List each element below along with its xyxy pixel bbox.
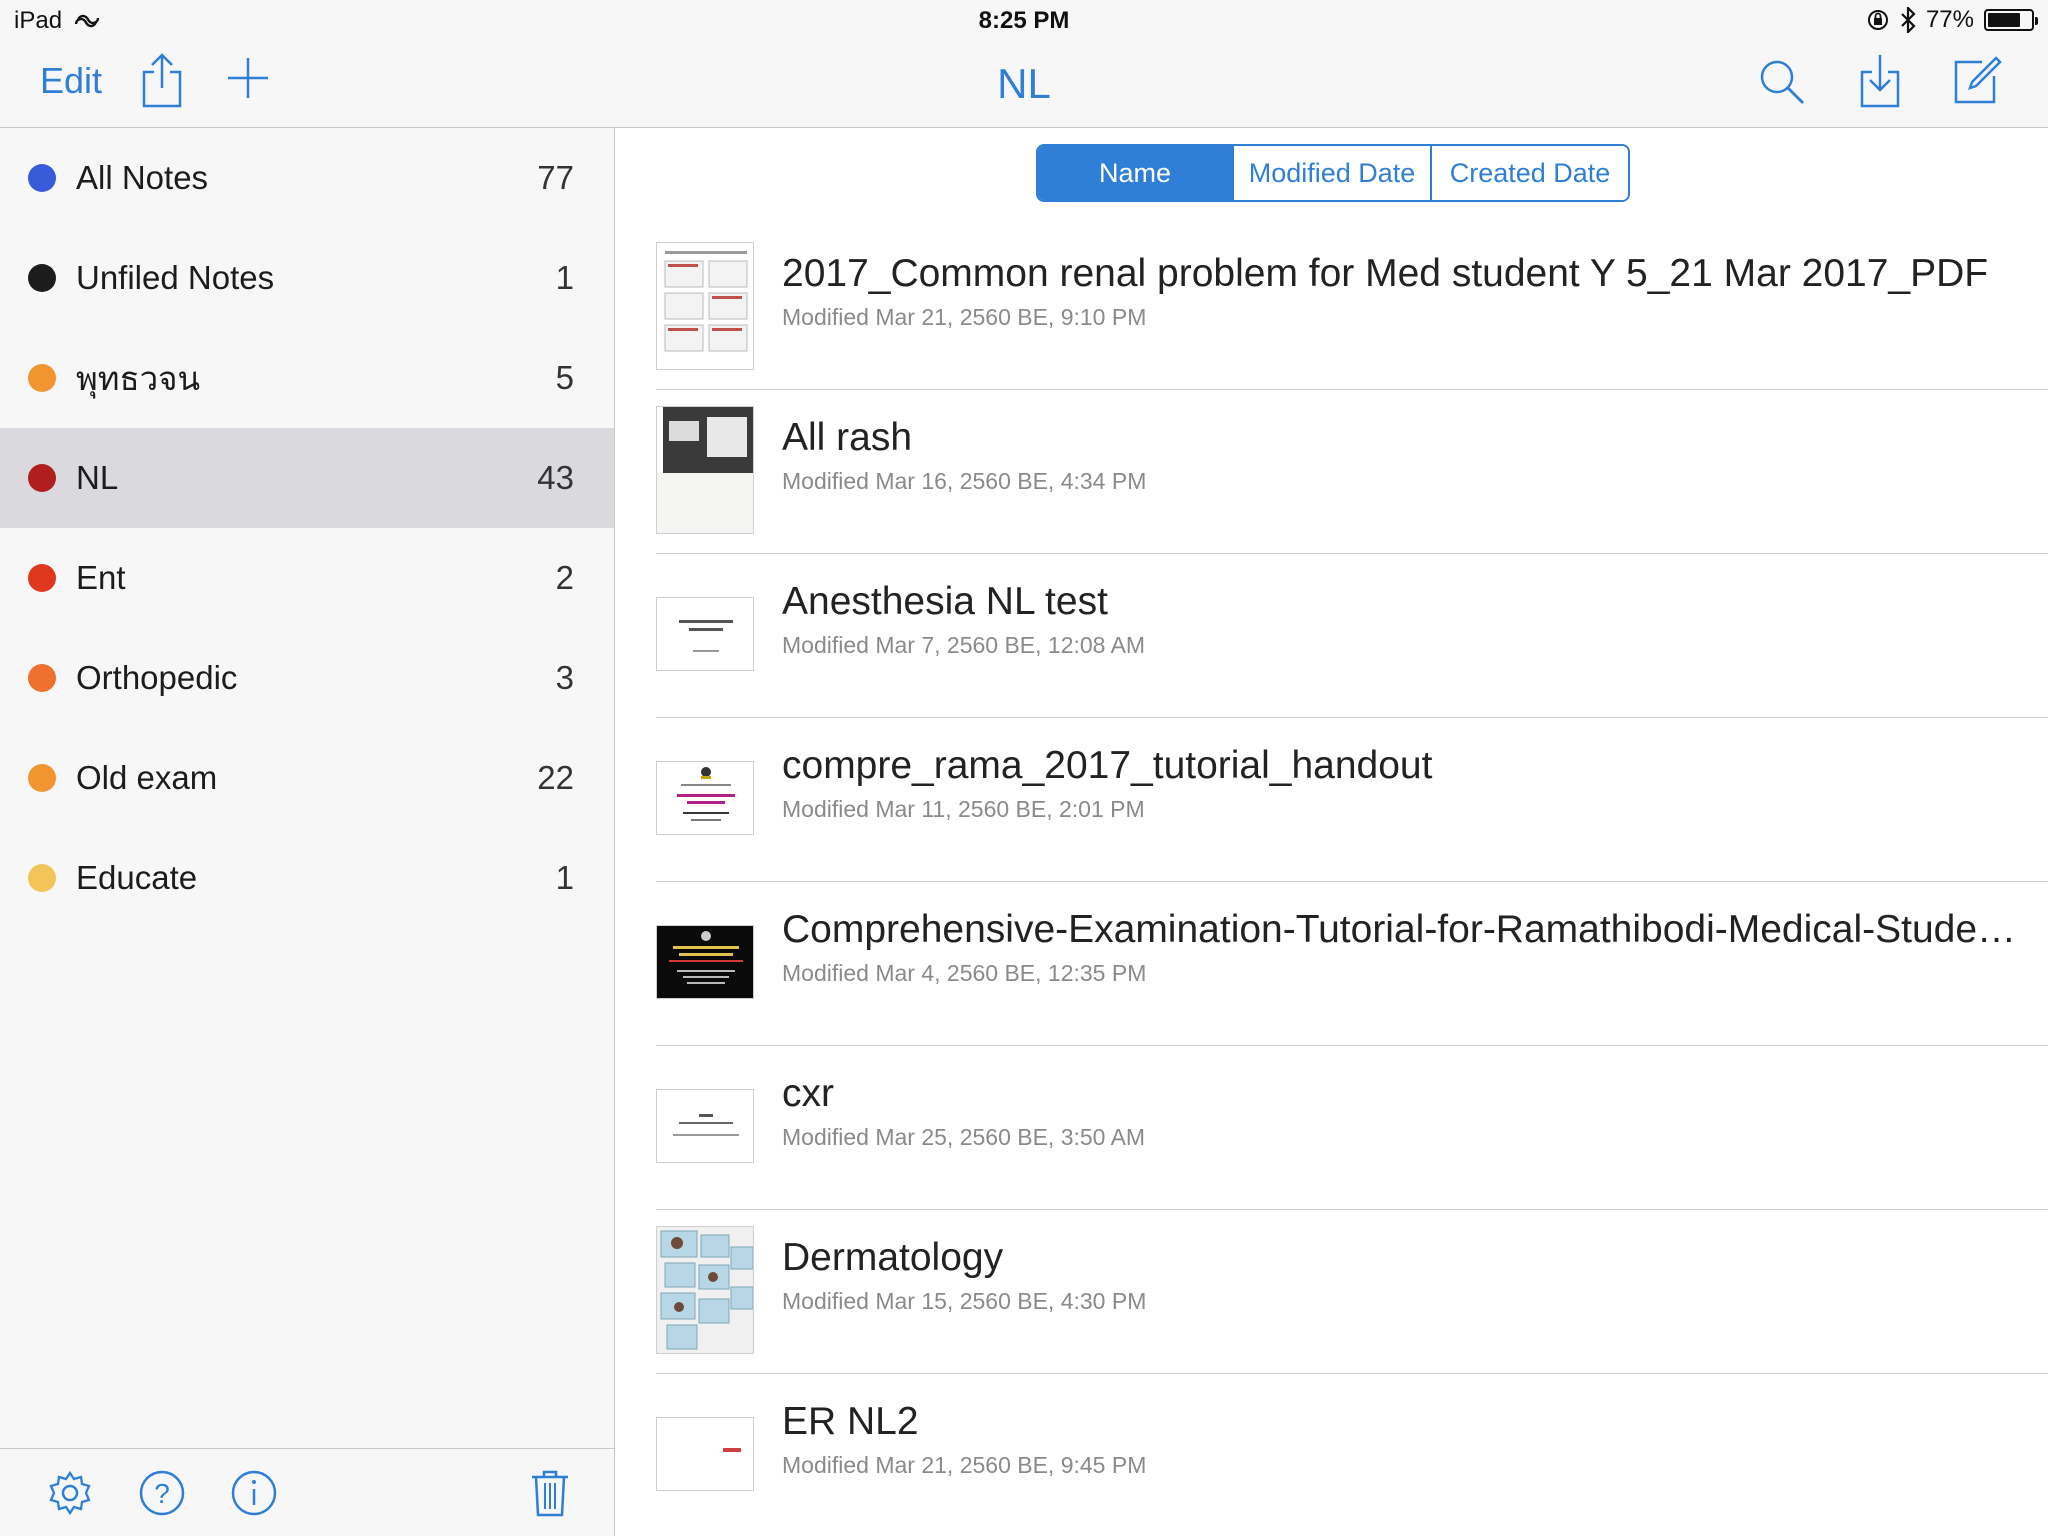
folder-item[interactable]: Educate 1	[0, 828, 614, 928]
battery-percent: 77%	[1925, 6, 1974, 33]
sort-by-modified-date-button[interactable]: Modified Date	[1234, 146, 1432, 200]
navigation-bar: Edit NL	[0, 40, 2048, 128]
folder-color-dot	[28, 464, 56, 492]
note-thumbnail	[656, 925, 754, 999]
info-icon	[231, 1470, 277, 1516]
sort-segmented-control: Name Modified Date Created Date	[1036, 144, 1630, 202]
info-button[interactable]	[230, 1469, 278, 1522]
note-title: Dermatology	[782, 1236, 1004, 1279]
status-bar: iPad 8:25 PM 77%	[0, 0, 2048, 40]
note-thumbnail	[656, 597, 754, 671]
folder-color-dot	[28, 664, 56, 692]
folder-name: Unfiled Notes	[76, 259, 275, 296]
folder-name: NL	[76, 459, 119, 496]
note-thumbnail	[656, 1089, 754, 1163]
folder-sidebar: All Notes 77 Unfiled Notes 1 พุทธวจน 5 NL 43 Ent…	[0, 128, 615, 1536]
folder-color-dot	[28, 564, 56, 592]
note-row[interactable]: ER NL2 Modified Mar 21, 2560 BE, 9:45 PM	[656, 1374, 2048, 1536]
folder-count: 3	[555, 659, 574, 696]
search-button[interactable]	[1758, 58, 1806, 111]
folder-color-dot	[28, 364, 56, 392]
trash-button[interactable]	[530, 1469, 570, 1522]
folder-name: All Notes	[76, 159, 209, 196]
folder-item[interactable]: All Notes 77	[0, 128, 614, 228]
rotation-lock-icon	[1867, 10, 1888, 30]
folder-count: 77	[537, 159, 574, 196]
folder-item[interactable]: Old exam 22	[0, 728, 614, 828]
folder-count: 1	[555, 259, 574, 296]
svg-text:?: ?	[154, 1478, 170, 1509]
note-modified-date: Modified Mar 7, 2560 BE, 12:08 AM	[782, 632, 1146, 658]
note-modified-date: Modified Mar 21, 2560 BE, 9:10 PM	[782, 304, 1147, 330]
folder-count: 43	[537, 459, 574, 496]
folder-color-dot	[28, 264, 56, 292]
folder-item[interactable]: Unfiled Notes 1	[0, 228, 614, 328]
note-title: All rash	[782, 416, 913, 459]
page-title: NL	[997, 60, 1051, 107]
sort-by-name-button[interactable]: Name	[1038, 146, 1234, 200]
compose-icon	[1954, 56, 2002, 104]
note-title: cxr	[782, 1072, 834, 1115]
import-icon	[1860, 55, 1900, 108]
folder-item[interactable]: พุทธวจน 5	[0, 328, 614, 428]
folder-item[interactable]: NL 43	[0, 428, 614, 528]
note-thumbnail	[656, 1417, 754, 1491]
note-modified-date: Modified Mar 15, 2560 BE, 4:30 PM	[782, 1288, 1147, 1314]
folder-name: Old exam	[76, 759, 218, 796]
note-row[interactable]: compre_rama_2017_tutorial_handout Modifie…	[656, 718, 2048, 882]
note-modified-date: Modified Mar 25, 2560 BE, 3:50 AM	[782, 1124, 1146, 1150]
folder-color-dot	[28, 164, 56, 192]
sidebar-toolbar: ?	[0, 1448, 614, 1536]
folder-name: Ent	[76, 559, 126, 596]
folder-count: 2	[555, 559, 574, 596]
note-title: ER NL2	[782, 1400, 919, 1443]
folder-item[interactable]: Orthopedic 3	[0, 628, 614, 728]
battery-icon	[1984, 9, 2038, 31]
settings-button[interactable]	[46, 1469, 94, 1522]
compose-button[interactable]	[1952, 54, 2004, 111]
folder-color-dot	[28, 864, 56, 892]
share-button[interactable]	[140, 52, 184, 113]
note-thumbnail	[656, 761, 754, 835]
note-title: Anesthesia NL test	[782, 580, 1108, 623]
search-icon	[1760, 60, 1804, 104]
bluetooth-icon	[1901, 7, 1916, 33]
import-button[interactable]	[1858, 52, 1902, 113]
folder-name: Orthopedic	[76, 659, 238, 696]
plus-icon	[228, 58, 268, 98]
status-time: 8:25 PM	[978, 7, 1070, 34]
note-row[interactable]: cxr Modified Mar 25, 2560 BE, 3:50 AM	[656, 1046, 2048, 1210]
edit-button[interactable]: Edit	[40, 60, 102, 102]
note-title: Comprehensive-Examination-Tutorial-for-R…	[782, 908, 2032, 951]
folder-color-dot	[28, 764, 56, 792]
add-note-button[interactable]	[226, 56, 270, 105]
note-row[interactable]: All rash Modified Mar 16, 2560 BE, 4:34 P…	[656, 390, 2048, 554]
note-title: 2017_Common renal problem for Med studen…	[782, 252, 1989, 295]
help-button[interactable]: ?	[138, 1469, 186, 1522]
folder-count: 5	[555, 359, 574, 396]
note-thumbnail	[656, 242, 754, 370]
question-icon: ?	[139, 1470, 185, 1516]
note-modified-date: Modified Mar 21, 2560 BE, 9:45 PM	[782, 1452, 1147, 1478]
note-modified-date: Modified Mar 4, 2560 BE, 12:35 PM	[782, 960, 1147, 986]
note-modified-date: Modified Mar 11, 2560 BE, 2:01 PM	[782, 796, 1145, 822]
note-thumbnail	[656, 1226, 754, 1354]
note-row[interactable]: 2017_Common renal problem for Med studen…	[656, 226, 2048, 390]
note-row[interactable]: Comprehensive-Examination-Tutorial-for-R…	[656, 882, 2048, 1046]
gear-icon	[49, 1470, 91, 1516]
note-row[interactable]: Dermatology Modified Mar 15, 2560 BE, 4:3…	[656, 1210, 2048, 1374]
folder-count: 1	[555, 859, 574, 896]
folder-name: พุทธวจน	[76, 359, 201, 397]
sort-by-created-date-button[interactable]: Created Date	[1432, 146, 1628, 200]
folder-name: Educate	[76, 859, 198, 896]
note-row[interactable]: Anesthesia NL test Modified Mar 7, 2560 B…	[656, 554, 2048, 718]
folder-item[interactable]: Ent 2	[0, 528, 614, 628]
note-thumbnail	[656, 406, 754, 534]
trash-icon	[532, 1470, 568, 1517]
note-list-pane: Name Modified Date Created Date 2017_Com…	[616, 128, 2048, 1536]
folder-count: 22	[537, 759, 574, 796]
note-modified-date: Modified Mar 16, 2560 BE, 4:34 PM	[782, 468, 1147, 494]
note-title: compre_rama_2017_tutorial_handout	[782, 744, 1433, 787]
share-icon	[142, 53, 182, 108]
